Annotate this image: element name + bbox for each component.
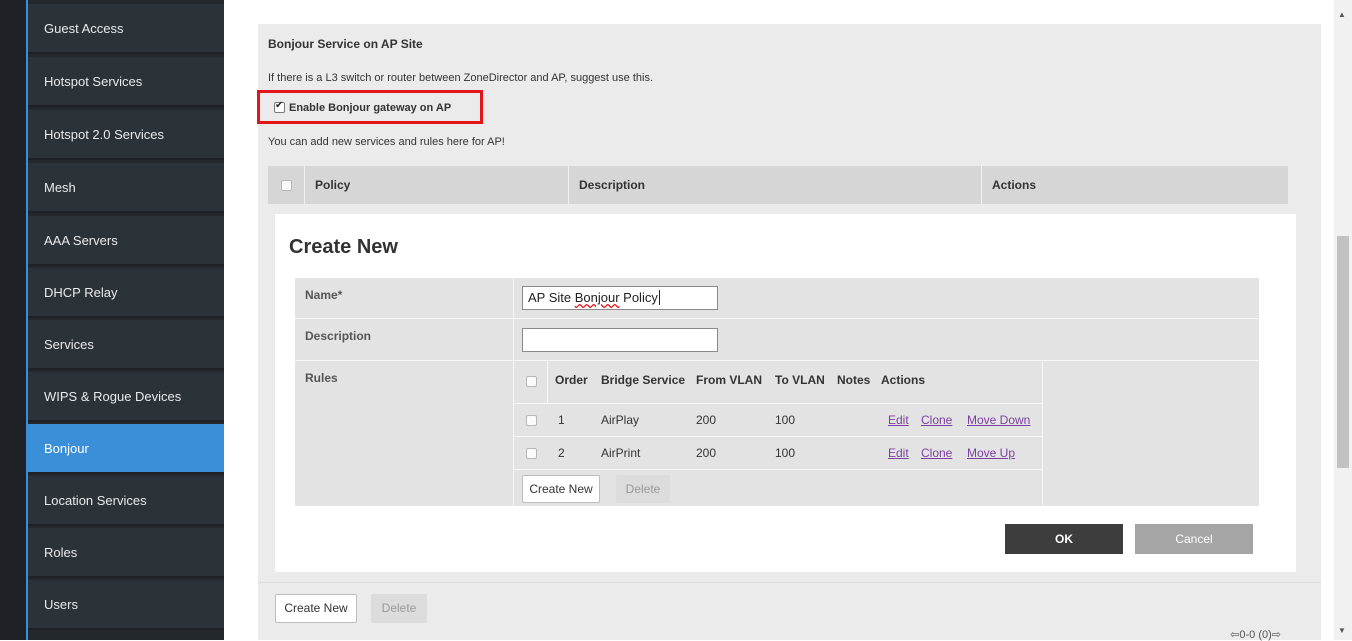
policy-delete-button[interactable]: Delete [371,594,427,623]
cancel-button[interactable]: Cancel [1135,524,1253,554]
rule-clone-link[interactable]: Clone [921,446,952,460]
description-input[interactable] [522,328,718,352]
ok-button[interactable]: OK [1005,524,1123,554]
pagination-text: 0-0 (0) [1239,629,1272,641]
sidebar: Guest Access Hotspot Services Hotspot 2.… [0,0,224,640]
text-caret [658,290,660,305]
rules-label: Rules [305,371,338,385]
rule-bridge-service: AirPrint [601,446,641,460]
sidebar-item-label: AAA Servers [44,233,118,248]
pagination: ⇦0-0 (0)⇨ [1230,628,1281,641]
name-input[interactable]: AP Site Bonjour Policy [522,286,718,310]
add-services-hint: You can add new services and rules here … [268,136,505,148]
rule-clone-link[interactable]: Clone [921,413,952,427]
column-divider [568,166,569,204]
policy-form: Name* AP Site Bonjour Policy Description… [295,278,1259,506]
rule-to-vlan: 100 [775,446,796,460]
description-row: Description [295,319,1259,360]
sidebar-item-hotspot-2-services[interactable]: Hotspot 2.0 Services [28,110,224,160]
sidebar-item-label: Mesh [44,180,76,195]
sidebar-item-label: Guest Access [44,21,124,36]
scroll-up-icon[interactable]: ▲ [1338,10,1346,19]
rule-row-checkbox[interactable] [526,448,537,459]
rules-header-from-vlan: From VLAN [696,373,762,387]
enable-bonjour-gateway-checkbox[interactable] [274,100,285,113]
sidebar-item-label: Bonjour [44,441,89,456]
sidebar-item-label: Services [44,337,94,352]
rule-edit-link[interactable]: Edit [888,413,909,427]
rules-header-order: Order [555,373,588,387]
sidebar-item-roles[interactable]: Roles [28,528,224,578]
rules-table: Order Bridge Service From VLAN To VLAN N… [514,361,1043,506]
rule-order: 2 [558,446,565,460]
row-divider [514,469,1043,470]
page-prev-icon[interactable]: ⇦ [1230,629,1239,641]
select-all-rules-checkbox[interactable] [526,376,537,387]
rules-create-new-button[interactable]: Create New [522,475,600,503]
vertical-scrollbar[interactable]: ▲ ▼ [1334,0,1352,640]
sidebar-item-label: Roles [44,545,78,560]
page-next-icon[interactable]: ⇨ [1272,629,1281,641]
rules-header-to-vlan: To VLAN [775,373,825,387]
rule-move-down-link[interactable]: Move Down [967,413,1030,427]
main-content: Bonjour Service on AP Site If there is a… [224,0,1334,641]
sidebar-item-label: DHCP Relay [44,285,118,300]
sidebar-item-label: WIPS & Rogue Devices [44,389,182,404]
rule-edit-link[interactable]: Edit [888,446,909,460]
column-header-actions: Actions [992,178,1037,192]
l3-switch-hint: If there is a L3 switch or router betwee… [268,72,654,84]
description-label: Description [305,329,372,343]
name-row: Name* AP Site Bonjour Policy [295,278,1259,318]
sidebar-item-hotspot-services[interactable]: Hotspot Services [28,57,224,107]
dialog-title: Create New [289,236,398,258]
rules-header-actions: Actions [881,373,926,387]
sidebar-item-bonjour[interactable]: Bonjour [28,424,224,474]
name-value-suffix: Policy [619,290,658,305]
sidebar-rail [0,0,26,640]
create-new-policy-dialog: Create New Name* AP Site Bonjour Policy … [275,214,1296,572]
column-header-description[interactable]: Description [579,178,645,192]
sidebar-item-location-services[interactable]: Location Services [28,476,224,526]
rule-to-vlan: 100 [775,413,796,427]
sidebar-item-label: Users [44,597,78,612]
column-divider [981,166,982,204]
sidebar-item-wips-rogue-devices[interactable]: WIPS & Rogue Devices [28,372,224,422]
bonjour-ap-site-panel: Bonjour Service on AP Site If there is a… [257,24,1321,641]
enable-bonjour-gateway-label[interactable]: Enable Bonjour gateway on AP [289,102,451,114]
rule-bridge-service: AirPlay [601,413,640,427]
column-divider [547,361,548,403]
sidebar-item-aaa-servers[interactable]: AAA Servers [28,216,224,266]
select-all-policies-checkbox[interactable] [281,180,292,191]
footer-divider [258,582,1321,583]
rule-row: 2 AirPrint 200 100 Edit Clone Move Up [514,437,1043,469]
rule-move-up-link[interactable]: Move Up [967,446,1015,460]
rules-header-notes: Notes [837,373,871,387]
policy-table-header: Policy Description Actions [268,166,1288,204]
sidebar-item-label: Hotspot Services [44,74,143,89]
section-title: Bonjour Service on AP Site [268,37,423,51]
column-header-policy[interactable]: Policy [315,178,350,192]
rule-from-vlan: 200 [696,446,717,460]
policy-create-new-button[interactable]: Create New [275,594,357,623]
name-label: Name* [305,288,343,302]
sidebar-item-mesh[interactable]: Mesh [28,163,224,213]
name-value-prefix: AP Site [528,290,575,305]
scroll-down-icon[interactable]: ▼ [1338,626,1346,635]
rule-row-checkbox[interactable] [526,415,537,426]
rule-row: 1 AirPlay 200 100 Edit Clone Move Down [514,404,1043,436]
rules-header-bridge-service: Bridge Service [601,373,686,387]
name-value-misspelled: Bonjour [574,290,620,305]
sidebar-item-label: Location Services [44,493,147,508]
rule-from-vlan: 200 [696,413,717,427]
sidebar-item-users[interactable]: Users [28,580,224,630]
rule-order: 1 [558,413,565,427]
sidebar-item-label: Hotspot 2.0 Services [44,127,164,142]
sidebar-item-services[interactable]: Services [28,320,224,370]
scrollbar-thumb[interactable] [1337,236,1349,468]
sidebar-item-dhcp-relay[interactable]: DHCP Relay [28,268,224,318]
sidebar-item-guest-access[interactable]: Guest Access [28,4,224,54]
enable-bonjour-gateway-highlight: Enable Bonjour gateway on AP [257,90,483,124]
rules-delete-button[interactable]: Delete [616,475,670,503]
column-divider [304,166,305,204]
